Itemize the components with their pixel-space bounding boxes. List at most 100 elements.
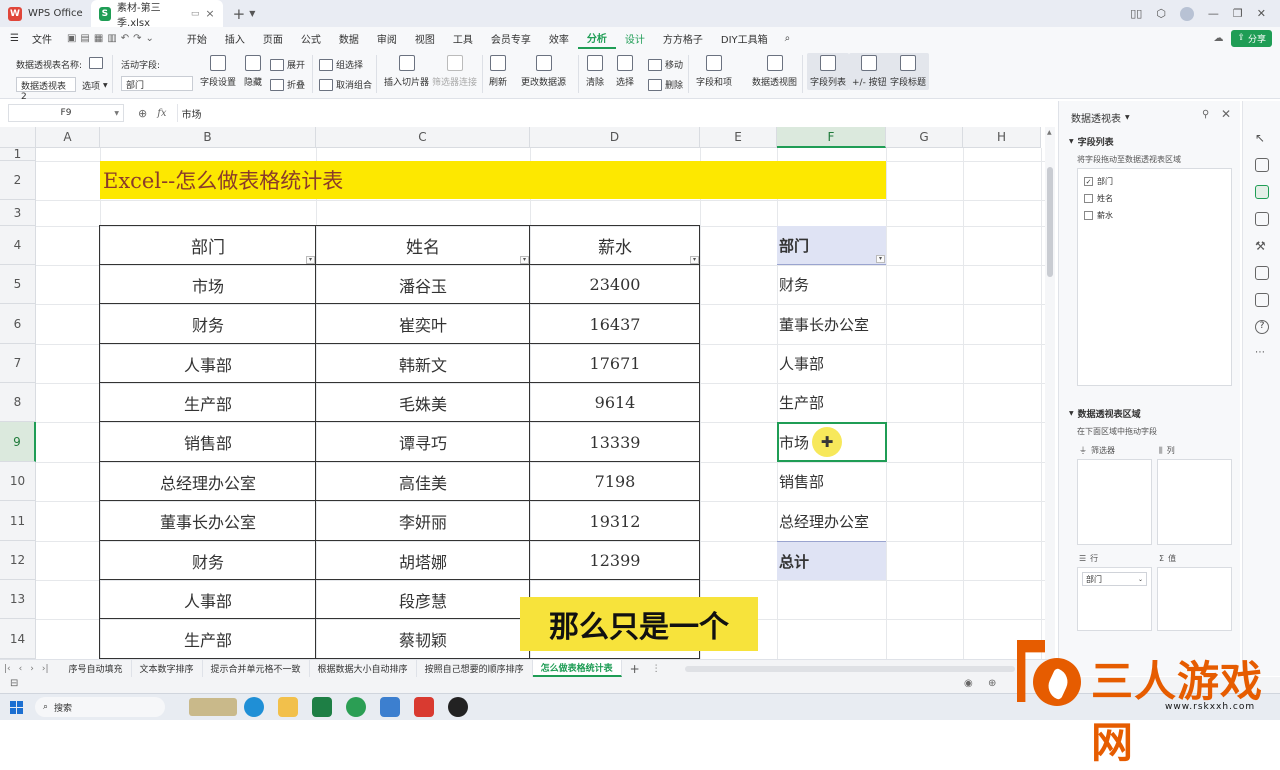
layout-mode-icon[interactable]: ⊕ xyxy=(988,678,996,689)
chevron-down-icon[interactable]: ▼ xyxy=(249,9,255,18)
layout-icon[interactable]: ▯▯ xyxy=(1130,7,1142,20)
menu-member[interactable]: 会员专享 xyxy=(482,27,540,49)
menu-data[interactable]: 数据 xyxy=(330,27,368,49)
sheet-tab[interactable]: 怎么做表格统计表 xyxy=(532,660,622,677)
hamburger-icon[interactable]: ☰ xyxy=(0,33,23,44)
sheet-tab[interactable]: 按照自己想要的顺序排序 xyxy=(417,660,533,677)
select-tool-icon[interactable]: ↖ xyxy=(1255,131,1269,145)
columns-area[interactable] xyxy=(1157,459,1232,545)
field-item[interactable]: ✓ 部门 xyxy=(1084,173,1225,190)
row-header-8[interactable]: 8 xyxy=(0,383,36,422)
row-header-4[interactable]: 4 xyxy=(0,226,36,265)
shape-icon[interactable] xyxy=(1255,212,1269,226)
pivot-header[interactable]: 部门 xyxy=(777,226,886,265)
field-item[interactable]: 姓名 xyxy=(1084,190,1225,207)
delete-button[interactable]: 删除 xyxy=(648,78,683,91)
sheet-tab[interactable]: 提示合并单元格不一致 xyxy=(203,660,310,677)
table-cell[interactable]: 胡塔娜 xyxy=(316,541,530,580)
close-icon[interactable]: ✕ xyxy=(1221,107,1231,121)
table-cell[interactable]: 财务 xyxy=(100,304,316,344)
menu-efficiency[interactable]: 效率 xyxy=(540,27,578,49)
menu-page[interactable]: 页面 xyxy=(254,27,292,49)
change-source-button[interactable]: 更改数据源 xyxy=(521,55,566,88)
menu-fangfang[interactable]: 方方格子 xyxy=(654,27,712,49)
row-header-10[interactable]: 10 xyxy=(0,462,36,501)
field-headers-button[interactable]: 字段标题 xyxy=(887,53,930,90)
pivot-row-item[interactable]: 生产部 xyxy=(777,383,886,422)
nav-first-icon[interactable]: |‹ xyxy=(0,664,15,674)
zoom-icon[interactable]: ⊕ xyxy=(138,107,147,120)
table-cell[interactable]: 崔奕叶 xyxy=(316,304,530,344)
column-header-d[interactable]: D xyxy=(530,127,700,148)
filter-area[interactable] xyxy=(1077,459,1152,545)
search-icon[interactable]: ⌕ xyxy=(777,33,799,44)
row-field-chip[interactable]: 部门 ⌄ xyxy=(1082,572,1147,586)
view-eye-icon[interactable]: ◉ xyxy=(964,678,973,689)
pivot-row-item[interactable]: 人事部 xyxy=(777,344,886,383)
app-icon[interactable] xyxy=(380,697,400,717)
avatar[interactable] xyxy=(1179,6,1194,21)
table-cell[interactable]: 16437 xyxy=(530,304,700,344)
table-cell[interactable]: 人事部 xyxy=(100,344,316,383)
row-header-14[interactable]: 14 xyxy=(0,619,36,659)
menu-file[interactable]: 文件 xyxy=(23,27,61,49)
sheet-tab[interactable]: 序号自动填充 xyxy=(61,660,132,677)
sheet-tab[interactable]: 文本数字排序 xyxy=(132,660,203,677)
column-header-b[interactable]: B xyxy=(100,127,316,148)
column-header-h[interactable]: H xyxy=(963,127,1041,148)
expand-button[interactable]: 展开 xyxy=(270,58,305,71)
checkbox-icon[interactable] xyxy=(1084,211,1093,220)
row-header-3[interactable]: 3 xyxy=(0,200,36,226)
name-box[interactable]: F9 ▼ xyxy=(8,104,124,122)
column-header-e[interactable]: E xyxy=(700,127,777,148)
table-cell[interactable]: 蔡韧颖 xyxy=(316,619,530,659)
row-header-7[interactable]: 7 xyxy=(0,344,36,383)
more-icon[interactable]: ⋯ xyxy=(1255,347,1269,361)
pivot-panel-icon[interactable] xyxy=(1255,185,1269,199)
move-button[interactable]: 移动 xyxy=(648,58,683,71)
title-cell[interactable]: Excel--怎么做表格统计表 xyxy=(100,161,886,199)
chrome-icon[interactable] xyxy=(346,697,366,717)
folder-icon[interactable] xyxy=(278,697,298,717)
column-header-c[interactable]: C xyxy=(316,127,530,148)
filter-dropdown-icon[interactable]: ▾ xyxy=(520,256,529,264)
row-header-5[interactable]: 5 xyxy=(0,265,36,304)
monitor-icon[interactable]: ▭ xyxy=(191,9,200,19)
table-cell[interactable]: 段彦慧 xyxy=(316,580,530,619)
backup-icon[interactable] xyxy=(1255,266,1269,280)
horizontal-scrollbar[interactable] xyxy=(684,665,1015,672)
row-header-9[interactable]: 9 xyxy=(0,422,36,462)
share-doc-icon[interactable] xyxy=(1255,293,1269,307)
table-cell[interactable]: 销售部 xyxy=(100,422,316,462)
clear-button[interactable]: 清除 xyxy=(586,55,604,88)
checkbox-icon[interactable] xyxy=(1084,194,1093,203)
insert-slicer-button[interactable]: 插入切片器 xyxy=(384,55,429,88)
restore-icon[interactable]: ❐ xyxy=(1233,7,1243,20)
table-cell[interactable]: 总经理办公室 xyxy=(100,462,316,501)
group-selection-button[interactable]: 组选择 xyxy=(319,58,363,71)
table-cell[interactable]: 生产部 xyxy=(100,383,316,422)
table-cell[interactable]: 生产部 xyxy=(100,619,316,659)
nav-last-icon[interactable]: ›| xyxy=(38,664,53,674)
chevron-down-icon[interactable]: ▼ xyxy=(1125,114,1130,121)
options-button[interactable]: 选项 ▼ xyxy=(82,79,108,92)
column-header-g[interactable]: G xyxy=(886,127,963,148)
scroll-up-icon[interactable]: ▲ xyxy=(1047,129,1052,136)
table-cell[interactable]: 谭寻巧 xyxy=(316,422,530,462)
values-area[interactable] xyxy=(1157,567,1232,631)
filter-dropdown-icon[interactable]: ▾ xyxy=(306,256,315,264)
row-header-1[interactable]: 1 xyxy=(0,147,36,161)
menu-formula[interactable]: 公式 xyxy=(292,27,330,49)
active-field-input[interactable]: 部门 xyxy=(121,76,193,91)
windows-start-icon[interactable] xyxy=(10,700,23,714)
menu-home[interactable]: 开始 xyxy=(178,27,216,49)
column-header-f[interactable]: F xyxy=(777,127,886,148)
column-header-a[interactable]: A xyxy=(36,127,100,148)
rows-area[interactable]: 部门 ⌄ xyxy=(1077,567,1152,631)
table-cell[interactable]: 12399 xyxy=(530,541,700,580)
fx-icon[interactable]: fx xyxy=(157,108,166,119)
refresh-button[interactable]: 刷新 xyxy=(489,55,507,88)
minimize-icon[interactable]: — xyxy=(1208,7,1219,20)
table-cell[interactable]: 23400 xyxy=(530,265,700,304)
add-sheet-button[interactable]: + xyxy=(622,662,648,676)
